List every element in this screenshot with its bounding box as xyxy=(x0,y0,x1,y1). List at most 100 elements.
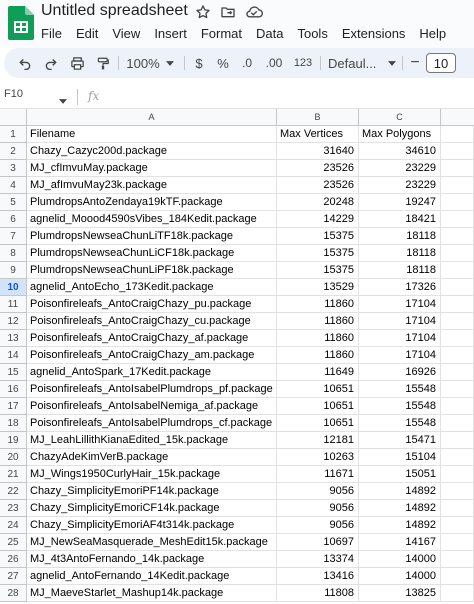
cell-max-vertices[interactable]: 20248 xyxy=(277,194,359,211)
font-family-select[interactable]: Defaul... xyxy=(324,48,398,78)
undo-icon[interactable] xyxy=(14,48,36,78)
cell-empty[interactable] xyxy=(441,398,474,415)
cell-max-vertices[interactable]: 11671 xyxy=(277,466,359,483)
cell-max-vertices[interactable]: 11860 xyxy=(277,296,359,313)
cell-filename[interactable]: PlumdropsNewseaChunLiTF18k.package xyxy=(27,228,277,245)
cell-empty[interactable] xyxy=(441,160,474,177)
cell-max-vertices[interactable]: 15375 xyxy=(277,245,359,262)
decrease-font-size-button[interactable]: − xyxy=(406,48,424,78)
cell-max-vertices[interactable]: 11808 xyxy=(277,585,359,602)
cloud-status-icon[interactable] xyxy=(245,4,263,22)
cell-filename-header[interactable]: Filename xyxy=(27,126,277,143)
cell-max-polygons[interactable]: 14892 xyxy=(359,500,441,517)
row-number[interactable]: 20 xyxy=(0,449,27,466)
cell-filename[interactable]: Chazy_Cazyc200d.package xyxy=(27,143,277,160)
cell-max-vertices[interactable]: 13416 xyxy=(277,568,359,585)
cell-empty[interactable] xyxy=(441,279,474,296)
row-number[interactable]: 14 xyxy=(0,347,27,364)
currency-format-button[interactable]: $ xyxy=(188,48,210,78)
cell-max-vertices[interactable]: 13529 xyxy=(277,279,359,296)
cell-max-polygons[interactable]: 15471 xyxy=(359,432,441,449)
cell-filename[interactable]: PlumdropsNewseaChunLiCF18k.package xyxy=(27,245,277,262)
cell-filename[interactable]: Poisonfireleafs_AntoIsabelPlumdrops_pf.p… xyxy=(27,381,277,398)
menu-view[interactable]: View xyxy=(112,25,140,43)
row-number[interactable]: 27 xyxy=(0,568,27,585)
row-number[interactable]: 6 xyxy=(0,211,27,228)
cell-filename[interactable]: Poisonfireleafs_AntoCraigChazy_af.packag… xyxy=(27,330,277,347)
row-number[interactable]: 12 xyxy=(0,313,27,330)
increase-decimal-button[interactable]: .00 xyxy=(261,48,287,78)
cell-filename[interactable]: MJ_NewSeaMasquerade_MeshEdit15k.package xyxy=(27,534,277,551)
cell-max-polygons[interactable]: 17104 xyxy=(359,296,441,313)
row-number[interactable]: 24 xyxy=(0,517,27,534)
row-number[interactable]: 19 xyxy=(0,432,27,449)
cell-filename[interactable]: Poisonfireleafs_AntoCraigChazy_pu.packag… xyxy=(27,296,277,313)
cell-empty[interactable] xyxy=(441,177,474,194)
cell-max-vertices[interactable]: 10651 xyxy=(277,381,359,398)
cell-max-vertices[interactable]: 9056 xyxy=(277,500,359,517)
cell-max-vertices[interactable]: 10697 xyxy=(277,534,359,551)
cell-empty[interactable] xyxy=(441,500,474,517)
row-number[interactable]: 25 xyxy=(0,534,27,551)
cell-max-vertices[interactable]: 15375 xyxy=(277,262,359,279)
cell-filename[interactable]: PlumdropsAntoZendaya19kTF.package xyxy=(27,194,277,211)
cell-max-polygons[interactable]: 23229 xyxy=(359,177,441,194)
print-icon[interactable] xyxy=(66,48,88,78)
cell-max-polygons[interactable]: 17104 xyxy=(359,313,441,330)
cell-filename[interactable]: ChazyAdeKimVerB.package xyxy=(27,449,277,466)
spreadsheet-grid[interactable]: A B C 1 Filename Max Vertices Max Polygo… xyxy=(0,109,474,604)
cell-empty[interactable] xyxy=(441,534,474,551)
more-formats-button[interactable]: 123 xyxy=(290,48,316,78)
cell-empty[interactable] xyxy=(441,194,474,211)
cell-max-polygons[interactable]: 19247 xyxy=(359,194,441,211)
cell-empty[interactable] xyxy=(441,483,474,500)
cell-filename[interactable]: PlumdropsNewseaChunLiPF18k.package xyxy=(27,262,277,279)
cell-empty[interactable] xyxy=(441,585,474,602)
cell-empty[interactable] xyxy=(441,296,474,313)
cell-max-vertices[interactable]: 10651 xyxy=(277,415,359,432)
cell-max-vertices[interactable]: 13374 xyxy=(277,551,359,568)
cell-max-vertices[interactable]: 10263 xyxy=(277,449,359,466)
cell-max-polygons[interactable]: 14892 xyxy=(359,483,441,500)
cell-empty[interactable] xyxy=(441,313,474,330)
select-all-corner[interactable] xyxy=(0,109,27,126)
cell-filename[interactable]: MJ_Wings1950CurlyHair_15k.package xyxy=(27,466,277,483)
cell-filename[interactable]: Chazy_SimplicityEmoriAF4t314k.package xyxy=(27,517,277,534)
cell-max-vertices[interactable]: 12181 xyxy=(277,432,359,449)
row-number[interactable]: 11 xyxy=(0,296,27,313)
redo-icon[interactable] xyxy=(40,48,62,78)
cell-max-vertices[interactable]: 15375 xyxy=(277,228,359,245)
cell-max-polygons[interactable]: 17104 xyxy=(359,330,441,347)
cell-max-polygons[interactable]: 18118 xyxy=(359,228,441,245)
row-number[interactable]: 1 xyxy=(0,126,27,143)
cell-max-polygons[interactable]: 13825 xyxy=(359,585,441,602)
cell-max-polygons[interactable]: 14000 xyxy=(359,551,441,568)
cell-empty[interactable] xyxy=(441,449,474,466)
zoom-select[interactable]: 100% xyxy=(121,48,179,78)
cell-max-vertices[interactable]: 11860 xyxy=(277,313,359,330)
menu-help[interactable]: Help xyxy=(419,25,446,43)
row-number[interactable]: 4 xyxy=(0,177,27,194)
cell-max-polygons[interactable]: 14167 xyxy=(359,534,441,551)
cell-max-polygons[interactable]: 14000 xyxy=(359,568,441,585)
percent-format-button[interactable]: % xyxy=(212,48,234,78)
paint-format-icon[interactable] xyxy=(92,48,114,78)
menu-file[interactable]: File xyxy=(41,25,62,43)
cell-max-vertices[interactable]: 11649 xyxy=(277,364,359,381)
cell-max-polygons[interactable]: 15051 xyxy=(359,466,441,483)
row-number[interactable]: 28 xyxy=(0,585,27,602)
row-number[interactable]: 18 xyxy=(0,415,27,432)
cell-filename[interactable]: Poisonfireleafs_AntoIsabelNemiga_af.pack… xyxy=(27,398,277,415)
cell-max-vertices[interactable]: 23526 xyxy=(277,160,359,177)
row-number[interactable]: 7 xyxy=(0,228,27,245)
row-number[interactable]: 8 xyxy=(0,245,27,262)
cell-max-vertices[interactable]: 9056 xyxy=(277,483,359,500)
row-number[interactable]: 2 xyxy=(0,143,27,160)
cell-empty[interactable] xyxy=(441,551,474,568)
cell-filename[interactable]: agnelid_Moood4590sVibes_184Kedit.package xyxy=(27,211,277,228)
cell-filename[interactable]: MJ_4t3AntoFernando_14k.package xyxy=(27,551,277,568)
cell-max-vertices-header[interactable]: Max Vertices xyxy=(277,126,359,143)
cell-filename[interactable]: agnelid_AntoFernando_14Kedit.package xyxy=(27,568,277,585)
menu-tools[interactable]: Tools xyxy=(297,25,327,43)
cell-max-vertices[interactable]: 11860 xyxy=(277,330,359,347)
